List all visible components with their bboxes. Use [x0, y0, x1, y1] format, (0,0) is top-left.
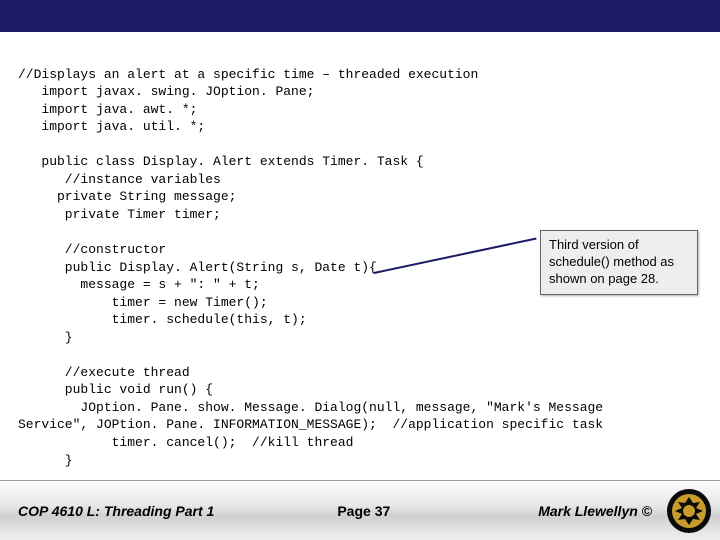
code-line: }	[18, 453, 73, 468]
code-line: //instance variables	[18, 172, 221, 187]
ucf-logo-icon	[666, 488, 712, 534]
callout-box: Third version of schedule() method as sh…	[540, 230, 698, 295]
code-line: public void run() {	[18, 382, 213, 397]
footer-bar: COP 4610 L: Threading Part 1 Page 37 Mar…	[0, 480, 720, 540]
title-bar	[0, 0, 720, 32]
code-line: private String message;	[18, 189, 236, 204]
code-line: timer. schedule(this, t);	[18, 312, 307, 327]
code-line: public Display. Alert(String s, Date t){	[18, 260, 377, 275]
code-line: import javax. swing. JOption. Pane;	[18, 84, 314, 99]
code-line: JOption. Pane. show. Message. Dialog(nul…	[18, 400, 603, 415]
code-line: Service", JOPtion. Pane. INFORMATION_MES…	[18, 417, 603, 432]
callout-text: Third version of schedule() method as sh…	[549, 237, 674, 286]
code-line: import java. awt. *;	[18, 102, 197, 117]
code-line: }	[18, 330, 73, 345]
code-line: timer. cancel(); //kill thread	[18, 435, 353, 450]
footer-page: Page 37	[268, 503, 460, 519]
code-line: private Timer timer;	[18, 207, 221, 222]
code-line: //Displays an alert at a specific time –…	[18, 67, 478, 82]
code-line: message = s + ": " + t;	[18, 277, 260, 292]
code-line: timer = new Timer();	[18, 295, 268, 310]
slide-content: //Displays an alert at a specific time –…	[0, 32, 720, 480]
code-line: //constructor	[18, 242, 166, 257]
code-line: import java. util. *;	[18, 119, 205, 134]
code-line: public class Display. Alert extends Time…	[18, 154, 424, 169]
code-line: //execute thread	[18, 365, 190, 380]
footer-course: COP 4610 L: Threading Part 1	[18, 503, 268, 519]
